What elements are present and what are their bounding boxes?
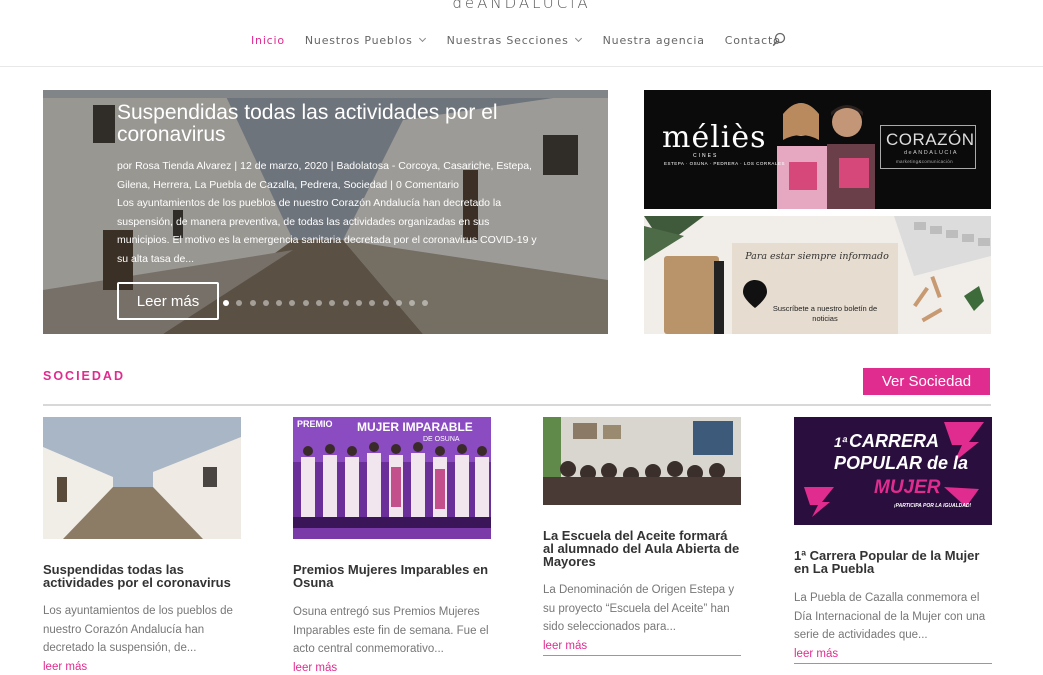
newsletter-text: Suscríbete a nuestro boletín de noticias (772, 304, 878, 323)
meta-separator: | (390, 179, 393, 191)
article-title[interactable]: La Escuela del Aceite formará al alumnad… (543, 529, 741, 568)
couple-photo (777, 103, 875, 209)
carrera-poster: 1ª CARRERA POPULAR de la MUJER ¡PARTICIP… (794, 417, 992, 525)
slider-dot[interactable] (409, 300, 416, 306)
classroom-photo (543, 417, 741, 505)
article-image[interactable]: 1ª CARRERA POPULAR de la MUJER ¡PARTICIP… (794, 417, 992, 525)
melies-logo: méliès (662, 120, 767, 155)
header-divider (0, 66, 1043, 67)
article-card: PREMIO MUJER IMPARABLE DE OSUNA Premios … (293, 417, 491, 675)
article-excerpt: Los ayuntamientos de los pueblos de nues… (43, 605, 233, 654)
post-author[interactable]: por Rosa Tienda Alvarez (117, 160, 231, 172)
slider-dot[interactable] (422, 300, 429, 306)
slider-dot[interactable] (262, 300, 269, 306)
leer-mas-link[interactable]: leer más (43, 659, 241, 675)
article-image[interactable]: PREMIO MUJER IMPARABLE DE OSUNA (293, 417, 491, 539)
article-image[interactable] (543, 417, 741, 505)
post-date: 12 de marzo, 2020 (240, 160, 328, 172)
slider-dot[interactable] (223, 300, 229, 306)
slider-dot[interactable] (316, 300, 323, 306)
slider-dot[interactable] (342, 300, 349, 306)
poster-mujer: MUJER (874, 477, 941, 498)
nav-label: Nuestra agencia (602, 33, 705, 47)
search-icon[interactable] (772, 32, 786, 48)
newsletter-script-text: Para estar siempre informado (745, 251, 889, 262)
nav-label: Nuestros Pueblos (304, 33, 413, 47)
hero-meta: por Rosa Tienda Alvarez | 12 de marzo, 202… (117, 157, 537, 195)
hero-excerpt: Los ayuntamientos de los pueblos de nues… (117, 197, 537, 265)
chevron-down-icon (574, 34, 582, 43)
leer-mas-link[interactable]: leer más (794, 646, 992, 662)
corazon-logo-sub: deANDALUCIA (904, 150, 959, 156)
meta-separator: | (234, 160, 238, 172)
article-card: Suspendidas todas las actividades por el… (43, 417, 241, 675)
nav-item-nuestras-secciones[interactable]: Nuestras Secciones (446, 33, 582, 47)
hero-title[interactable]: Suspendidas todas las actividades por el… (117, 102, 537, 146)
nav-label: Inicio (251, 33, 285, 47)
card-divider (543, 654, 741, 656)
leer-mas-link[interactable]: leer más (293, 660, 491, 675)
slider-pagination (223, 300, 436, 306)
article-excerpt: La Puebla de Cazalla conmemora el Día In… (794, 592, 986, 641)
poster-popular: POPULAR de la (834, 453, 968, 473)
slider-dot[interactable] (369, 300, 376, 306)
slider-dot[interactable] (289, 300, 296, 306)
article-card: La Escuela del Aceite formará al alumnad… (543, 417, 741, 656)
article-title[interactable]: 1ª Carrera Popular de la Mujer en La Pue… (794, 549, 992, 575)
corazon-logo: CORAZÓN (886, 130, 975, 149)
leer-mas-link[interactable]: leer más (543, 638, 741, 654)
section-divider (43, 404, 991, 406)
card-divider (794, 662, 992, 664)
leer-mas-button[interactable]: Leer más (117, 282, 219, 320)
post-comments[interactable]: 0 Comentario (396, 179, 459, 191)
slider-dot[interactable] (382, 300, 389, 306)
slider-dot[interactable] (236, 300, 243, 306)
section-title: SOCIEDAD (43, 369, 125, 383)
article-title[interactable]: Suspendidas todas las actividades por el… (43, 563, 241, 589)
award-photo: PREMIO MUJER IMPARABLE DE OSUNA (293, 417, 491, 528)
corazon-logo-tagline: marketing&comunicación (896, 159, 953, 164)
article-card: 1ª CARRERA POPULAR de la MUJER ¡PARTICIP… (794, 417, 992, 664)
slider-dot[interactable] (276, 300, 283, 306)
poster-carrera: CARRERA (849, 431, 939, 451)
melies-towns: ESTEPA · OSUNA · PEDRERA · LOS CORRALES (664, 161, 785, 166)
article-image[interactable] (43, 417, 241, 539)
slider-dot[interactable] (329, 300, 336, 306)
slider-dot[interactable] (249, 300, 256, 306)
article-title[interactable]: Premios Mujeres Imparables en Osuna (293, 563, 491, 589)
newsletter-banner[interactable]: Para estar siempre informado Suscríbete … (644, 216, 991, 334)
site-logo[interactable]: deANDALUCiA (0, 0, 1043, 12)
nav-item-nuestros-pueblos[interactable]: Nuestros Pueblos (304, 33, 426, 47)
poster-tag: ¡PARTICIPA POR LA IGUALDAD! (894, 503, 971, 509)
meta-separator: | (330, 160, 334, 172)
slider-dot[interactable] (395, 300, 402, 306)
slider-dot[interactable] (355, 300, 362, 306)
melies-cinema-banner[interactable]: méliès CINES ESTEPA · OSUNA · PEDRERA · … (644, 90, 991, 209)
premio-text: PREMIO (297, 419, 333, 429)
hero-slider[interactable]: Suspendidas todas las actividades por el… (43, 90, 608, 334)
de-osuna-text: DE OSUNA (423, 436, 460, 443)
street-photo (43, 417, 241, 539)
article-excerpt: La Denominación de Origen Estepa y su pr… (543, 584, 735, 633)
nav-label: Nuestras Secciones (446, 33, 569, 47)
poster-number: 1ª (834, 434, 848, 450)
ver-sociedad-button[interactable]: Ver Sociedad (863, 368, 990, 395)
slider-dot[interactable] (302, 300, 309, 306)
mujer-imparable-text: MUJER IMPARABLE (357, 420, 473, 434)
main-nav: Inicio Nuestros Pueblos Nuestras Seccion… (251, 32, 803, 48)
nav-item-inicio[interactable]: Inicio (251, 34, 285, 47)
melies-sub: CINES (693, 153, 719, 159)
article-excerpt: Osuna entregó sus Premios Mujeres Impara… (293, 606, 489, 655)
nav-item-nuestra-agencia[interactable]: Nuestra agencia (603, 34, 705, 47)
chevron-down-icon (418, 34, 426, 43)
